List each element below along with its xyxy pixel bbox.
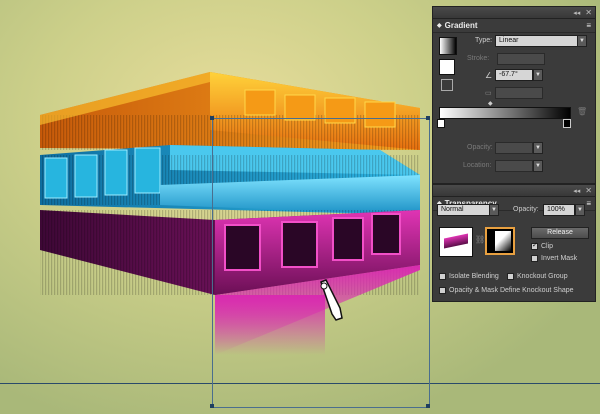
clip-checkbox[interactable]: ✓: [531, 242, 538, 250]
color-stop-right[interactable]: [563, 119, 571, 128]
mask-thumbnail[interactable]: [485, 227, 515, 255]
menu-icon[interactable]: ≡: [586, 199, 591, 208]
check-icon: ✓: [532, 242, 538, 249]
aspect-ratio-input[interactable]: [495, 87, 543, 99]
knockout-group-checkbox[interactable]: [507, 273, 514, 280]
fill-stroke-icon[interactable]: [439, 59, 455, 75]
close-icon[interactable]: ✕: [585, 186, 592, 195]
object-thumbnail[interactable]: [439, 227, 473, 257]
location-input[interactable]: [495, 160, 533, 172]
trash-icon[interactable]: 🗑: [577, 107, 587, 116]
selection-handle[interactable]: [210, 404, 214, 408]
panel-titlebar[interactable]: ◂◂ ✕: [433, 185, 595, 197]
thumbnail-art: [444, 233, 468, 249]
close-icon[interactable]: ✕: [585, 8, 592, 17]
opacity-mask-knockout-checkbox[interactable]: [439, 287, 446, 294]
gradient-tab-label: Gradient: [444, 21, 478, 30]
clip-label: Clip: [541, 243, 554, 250]
menu-icon[interactable]: ≡: [586, 21, 591, 30]
gradient-swatch[interactable]: [439, 37, 457, 55]
chevron-down-icon[interactable]: ▼: [577, 35, 587, 47]
opacity-label: Opacity:: [513, 206, 539, 213]
swap-icon[interactable]: [441, 79, 453, 91]
collapse-icon[interactable]: ◂◂: [573, 187, 580, 195]
blend-mode-select[interactable]: Normal: [437, 204, 497, 216]
stroke-label: Stroke:: [467, 55, 490, 62]
isolate-blending-label: Isolate Blending: [449, 273, 499, 280]
collapse-arrow-icon[interactable]: ◆: [437, 22, 442, 29]
type-select[interactable]: Linear: [495, 35, 587, 47]
isolate-blending-checkbox[interactable]: [439, 273, 446, 280]
link-icon[interactable]: ⛓: [475, 235, 485, 244]
invert-mask-label: Invert Mask: [541, 255, 578, 262]
mask-art: [495, 231, 511, 251]
opacity-input[interactable]: 100%: [543, 204, 575, 216]
stroke-buttons[interactable]: [497, 53, 545, 65]
opacity-label: Opacity:: [467, 144, 493, 151]
selection-handle[interactable]: [426, 404, 430, 408]
transparency-panel: ◂◂ ✕ ◆ Transparency ≡ Normal ▼ Opacity: …: [432, 184, 596, 302]
type-label: Type:: [475, 37, 493, 44]
chevron-down-icon[interactable]: ▼: [533, 69, 543, 81]
gradient-panel: ◂◂ ✕ ◆ Gradient ≡ Type: Linear ▼ Stroke:…: [432, 6, 596, 184]
opacity-mask-knockout-label: Opacity & Mask Define Knockout Shape: [449, 287, 574, 294]
collapse-icon[interactable]: ◂◂: [573, 9, 580, 17]
selection-handle[interactable]: [210, 116, 214, 120]
location-label: Location:: [463, 162, 492, 169]
color-stop-left[interactable]: [437, 119, 445, 128]
angle-input[interactable]: -67.7°: [495, 69, 533, 81]
tab-gradient[interactable]: ◆ Gradient ≡: [433, 19, 595, 33]
chevron-down-icon[interactable]: ▼: [533, 160, 543, 172]
chevron-down-icon[interactable]: ▼: [575, 204, 585, 216]
gradient-slider[interactable]: [439, 107, 571, 119]
selection-bounding-box[interactable]: [212, 118, 430, 408]
midpoint-diamond-icon[interactable]: ◆: [488, 100, 493, 107]
chevron-down-icon[interactable]: ▼: [533, 142, 543, 154]
aspect-icon: ▭: [485, 90, 492, 97]
panel-titlebar[interactable]: ◂◂ ✕: [433, 7, 595, 19]
angle-icon: ∠: [485, 71, 493, 80]
release-button[interactable]: Release: [531, 227, 589, 239]
chevron-down-icon[interactable]: ▼: [489, 204, 499, 216]
selection-handle[interactable]: [426, 116, 430, 120]
opacity-input[interactable]: [495, 142, 533, 154]
invert-mask-checkbox[interactable]: [531, 255, 538, 262]
knockout-group-label: Knockout Group: [517, 273, 568, 280]
